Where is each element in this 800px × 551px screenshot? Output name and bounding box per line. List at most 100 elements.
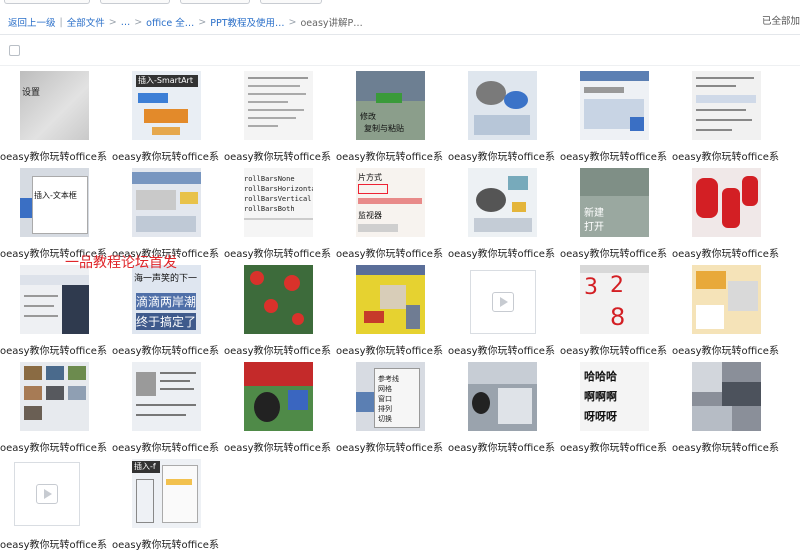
file-name[interactable]: oeasy教你玩转office系… (560, 439, 668, 454)
file-thumbnail (244, 265, 313, 334)
file-tile[interactable]: oeasy教你玩转office系… (224, 359, 336, 455)
file-tile[interactable]: oeasy教你玩转office系… (448, 165, 560, 261)
top-toolbar-strip (0, 0, 800, 6)
file-tile[interactable]: oeasy教你玩转office系… (0, 262, 112, 358)
file-thumbnail: 海一声笑的下一 滴滴两岸潮 终于搞定了 (132, 265, 201, 334)
file-tile[interactable]: 插入-文本框 oeasy教你玩转office系… (0, 165, 112, 261)
file-name[interactable]: oeasy教你玩转office系… (448, 245, 556, 260)
breadcrumb-separator: > (108, 16, 117, 28)
file-thumbnail: 片方式 监视器 (356, 168, 425, 237)
file-thumbnail (244, 362, 313, 431)
file-tile[interactable]: 插入-f oeasy教你玩转office系… (112, 456, 224, 551)
file-thumbnail: 3 2 8 (580, 265, 649, 334)
file-thumbnail (468, 362, 537, 431)
file-thumbnail (692, 362, 761, 431)
file-thumbnail: 插入-文本框 (20, 168, 89, 237)
breadcrumb-separator: > (198, 16, 207, 28)
file-thumbnail (20, 265, 89, 334)
file-tile[interactable]: oeasy教你玩转office系… (224, 68, 336, 164)
file-name[interactable]: oeasy教你玩转office系… (448, 342, 556, 357)
file-name[interactable]: oeasy教你玩转office系… (672, 245, 780, 260)
file-tile[interactable]: 新建 打开 oeasy教你玩转office系… (560, 165, 672, 261)
file-tile[interactable]: 插入-SmartArt oeasy教你玩转office系… (112, 68, 224, 164)
toolbar-button[interactable] (4, 0, 90, 4)
file-tile[interactable]: oeasy教你玩转office系… (336, 262, 448, 358)
file-tile[interactable]: 参考线 网格 窗口 排列 切换 oeasy教你玩转office系… (336, 359, 448, 455)
file-tile[interactable]: 修改 复制与粘贴 oeasy教你玩转office系… (336, 68, 448, 164)
file-name[interactable]: oeasy教你玩转office系… (336, 245, 444, 260)
file-tile[interactable]: oeasy教你玩转office系… (0, 456, 112, 551)
file-thumbnail (356, 265, 425, 334)
file-name[interactable]: oeasy教你玩转office系… (224, 148, 332, 163)
watermark-text: 一品教程论坛首发 (65, 255, 177, 271)
file-tile[interactable]: rollBarsNone rollBarsHorizontal rollBarsVe… (224, 165, 336, 261)
breadcrumb-all-files[interactable]: 全部文件 (67, 15, 105, 29)
file-name[interactable]: oeasy教你玩转office系… (672, 439, 780, 454)
file-tile[interactable]: 3 2 8 oeasy教你玩转office系… (560, 262, 672, 358)
file-thumbnail (692, 71, 761, 140)
file-tile[interactable]: oeasy教你玩转office系… (112, 165, 224, 261)
file-name[interactable]: oeasy教你玩转office系… (560, 148, 668, 163)
file-thumbnail: 插入-f (132, 459, 201, 528)
file-name[interactable]: oeasy教你玩转office系… (448, 439, 556, 454)
select-all-checkbox[interactable] (9, 45, 20, 56)
breadcrumb-item-office[interactable]: office 全… (146, 15, 194, 29)
file-tile[interactable]: 设置 oeasy教你玩转office系… (0, 68, 112, 164)
file-thumbnail (692, 168, 761, 237)
file-name[interactable]: oeasy教你玩转office系… (448, 148, 556, 163)
file-thumbnail (132, 168, 201, 237)
file-tile[interactable]: oeasy教你玩转office系… (672, 359, 784, 455)
file-name[interactable]: oeasy教你玩转office系… (672, 342, 780, 357)
toolbar-button[interactable] (100, 0, 170, 4)
file-thumbnail (692, 265, 761, 334)
file-name[interactable]: oeasy教你玩转office系… (0, 342, 108, 357)
file-tile[interactable]: oeasy教你玩转office系… (560, 68, 672, 164)
file-name[interactable]: oeasy教你玩转office系… (224, 439, 332, 454)
file-name[interactable]: oeasy教你玩转office系… (0, 148, 108, 163)
file-tile[interactable]: 片方式 监视器 oeasy教你玩转office系… (336, 165, 448, 261)
toolbar-button[interactable] (260, 0, 322, 4)
breadcrumb-current: oeasy讲解P… (300, 18, 363, 29)
file-name[interactable]: oeasy教你玩转office系… (0, 439, 108, 454)
file-name[interactable]: oeasy教你玩转office系… (0, 536, 108, 551)
file-name[interactable]: oeasy教你玩转office系… (336, 342, 444, 357)
file-tile[interactable]: 哈哈哈 啊啊啊 呀呀呀 oeasy教你玩转office系… (560, 359, 672, 455)
file-name[interactable]: oeasy教你玩转office系… (112, 439, 220, 454)
loaded-status: 已全部加 (761, 16, 800, 27)
breadcrumb-separator: | (59, 16, 63, 28)
file-tile[interactable]: oeasy教你玩转office系… (672, 262, 784, 358)
file-name[interactable]: oeasy教你玩转office系… (336, 148, 444, 163)
video-placeholder (470, 270, 536, 334)
file-tile[interactable]: oeasy教你玩转office系… (672, 165, 784, 261)
file-thumbnail: rollBarsNone rollBarsHorizontal rollBarsVe… (244, 168, 313, 237)
file-tile[interactable]: oeasy教你玩转office系… (448, 262, 560, 358)
file-name[interactable]: oeasy教你玩转office系… (224, 245, 332, 260)
file-tile[interactable]: oeasy教你玩转office系… (112, 359, 224, 455)
file-name[interactable]: oeasy教你玩转office系… (224, 342, 332, 357)
back-link[interactable]: 返回上一级 (8, 15, 56, 29)
file-name[interactable]: oeasy教你玩转office系… (336, 439, 444, 454)
file-thumbnail: 修改 复制与粘贴 (356, 71, 425, 140)
file-thumbnail (132, 362, 201, 431)
file-name[interactable]: oeasy教你玩转office系… (112, 148, 220, 163)
file-tile[interactable]: oeasy教你玩转office系… (224, 262, 336, 358)
breadcrumb-ellipsis[interactable]: … (121, 17, 131, 28)
breadcrumb-separator: > (134, 16, 143, 28)
breadcrumb: 返回上一级 | 全部文件 > … > office 全… > PPT教程及使用…… (0, 10, 800, 34)
file-name[interactable]: oeasy教你玩转office系… (672, 148, 780, 163)
file-name[interactable]: oeasy教你玩转office系… (112, 342, 220, 357)
breadcrumb-separator: > (288, 16, 297, 28)
file-tile[interactable]: oeasy教你玩转office系… (448, 359, 560, 455)
file-tile[interactable]: oeasy教你玩转office系… (672, 68, 784, 164)
file-tile[interactable]: oeasy教你玩转office系… (0, 359, 112, 455)
file-thumbnail (244, 71, 313, 140)
file-name[interactable]: oeasy教你玩转office系… (112, 536, 220, 551)
file-tile[interactable]: oeasy教你玩转office系… (448, 68, 560, 164)
toolbar-button[interactable] (180, 0, 250, 4)
breadcrumb-item-ppt[interactable]: PPT教程及使用… (210, 15, 284, 29)
file-thumbnail: 新建 打开 (580, 168, 649, 237)
file-name[interactable]: oeasy教你玩转office系… (560, 245, 668, 260)
file-tile[interactable]: 海一声笑的下一 滴滴两岸潮 终于搞定了 oeasy教你玩转office系… (112, 262, 224, 358)
file-thumbnail (580, 71, 649, 140)
file-name[interactable]: oeasy教你玩转office系… (560, 342, 668, 357)
